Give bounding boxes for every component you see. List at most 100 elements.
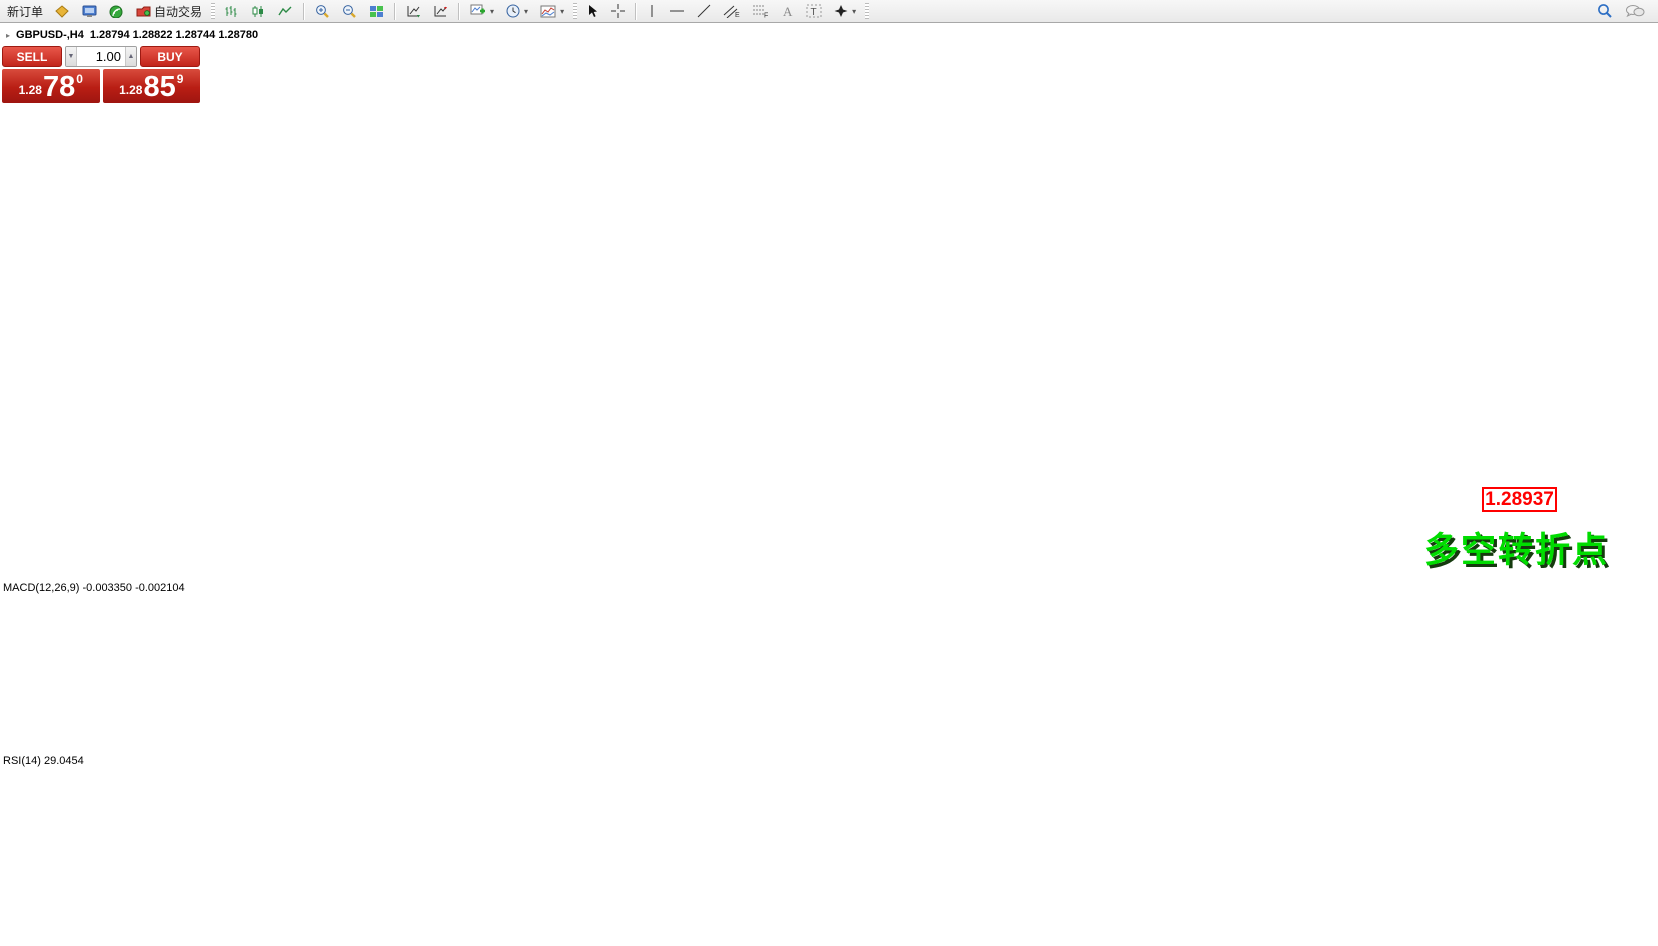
sell-price-sup: 0 <box>76 72 83 86</box>
buy-price-sup: 9 <box>177 72 184 86</box>
zoom-out-button[interactable] <box>337 1 362 22</box>
sell-price-big: 78 <box>43 74 75 100</box>
zoom-in-icon <box>315 4 330 18</box>
templates-button[interactable]: ▾ <box>535 1 569 22</box>
sell-price-small: 1.28 <box>19 83 42 97</box>
signal-button[interactable] <box>104 1 129 22</box>
channel-icon: E <box>723 4 740 18</box>
chart-marker-icon: ▸ <box>6 31 10 40</box>
rsi-name: RSI(14) <box>3 755 41 767</box>
crosshair-icon <box>611 4 625 18</box>
monitor-icon <box>82 5 97 18</box>
price-callout-box[interactable]: 1.28937 <box>1482 487 1557 512</box>
hline-tool-button[interactable] <box>664 1 690 22</box>
new-order-button[interactable]: 新订单 <box>2 1 48 22</box>
toolbar-grip <box>573 3 577 19</box>
channel-tool-button[interactable]: E <box>718 1 745 22</box>
vline-tool-button[interactable] <box>642 1 662 22</box>
toolbar-separator <box>394 3 396 20</box>
candlestick-icon <box>251 5 266 18</box>
new-chart-button[interactable]: ▾ <box>465 1 499 22</box>
rsi-label: RSI(14) 29.0454 <box>3 755 84 767</box>
autotrading-button[interactable]: 自动交易 <box>131 1 207 22</box>
fibonacci-tool-button[interactable]: F <box>747 1 774 22</box>
auto-scroll-icon <box>406 5 421 18</box>
cursor-tool-button[interactable] <box>581 1 604 22</box>
chart-ohlc-values: 1.28794 1.28822 1.28744 1.28780 <box>90 29 258 41</box>
market-watch-button[interactable] <box>77 1 102 22</box>
sell-button-label: SELL <box>17 50 48 64</box>
mt4-terminal-window: 新订单 自动交易 <box>0 0 1658 946</box>
volume-box: ▼ ▲ <box>65 46 137 67</box>
macd-name: MACD(12,26,9) <box>3 582 79 594</box>
line-chart-mode-button[interactable] <box>273 1 298 22</box>
candle-chart-mode-button[interactable] <box>246 1 271 22</box>
search-icon <box>1597 3 1613 19</box>
chart-shift-button[interactable] <box>428 1 453 22</box>
toolbar-separator <box>458 3 460 20</box>
volume-decrease-button[interactable]: ▼ <box>66 47 77 66</box>
chat-bubbles-icon <box>1625 4 1645 19</box>
autotrading-label: 自动交易 <box>154 3 202 20</box>
profile-gem-icon <box>55 5 70 18</box>
autotrading-icon <box>136 5 151 18</box>
toolbar-separator <box>635 3 637 20</box>
bar-chart-mode-button[interactable] <box>219 1 244 22</box>
new-order-label: 新订单 <box>7 3 43 20</box>
buy-button[interactable]: BUY <box>140 46 200 67</box>
text-label-icon: T <box>806 4 822 18</box>
volume-increase-button[interactable]: ▲ <box>125 47 136 66</box>
svg-text:T: T <box>811 7 817 18</box>
new-chart-icon <box>470 4 486 18</box>
chat-button[interactable] <box>1620 1 1650 22</box>
profile-button[interactable] <box>50 1 75 22</box>
dropdown-caret-icon: ▾ <box>490 7 494 16</box>
buy-price-big: 85 <box>143 74 175 100</box>
signal-icon <box>109 5 124 18</box>
svg-text:E: E <box>735 12 740 18</box>
arrow-objects-icon <box>834 4 848 18</box>
main-toolbar: 新订单 自动交易 <box>0 0 1658 23</box>
trendline-icon <box>697 4 711 18</box>
chart-title: ▸ GBPUSD-,H4 1.28794 1.28822 1.28744 1.2… <box>6 29 258 41</box>
chart-shift-icon <box>433 5 448 18</box>
chart-symbol-period: GBPUSD-,H4 <box>16 29 84 41</box>
search-button[interactable] <box>1592 1 1618 22</box>
buy-price-small: 1.28 <box>119 83 142 97</box>
dropdown-caret-icon: ▾ <box>560 7 564 16</box>
template-icon <box>540 5 556 18</box>
dropdown-caret-icon: ▾ <box>852 7 856 16</box>
buy-button-label: BUY <box>157 50 182 64</box>
vertical-line-icon <box>647 4 657 18</box>
macd-values: -0.003350 -0.002104 <box>82 582 184 594</box>
crosshair-tool-button[interactable] <box>606 1 630 22</box>
zoom-out-icon <box>342 4 357 18</box>
auto-scroll-button[interactable] <box>401 1 426 22</box>
buy-price-tile[interactable]: 1.28 85 9 <box>103 69 201 103</box>
toolbar-grip <box>865 3 869 19</box>
sell-price-tile[interactable]: 1.28 78 0 <box>2 69 100 103</box>
clock-icon <box>506 4 520 18</box>
arrow-objects-button[interactable]: ▾ <box>829 1 861 22</box>
toolbar-separator <box>303 3 305 20</box>
trendline-tool-button[interactable] <box>692 1 716 22</box>
rsi-value: 29.0454 <box>44 755 84 767</box>
text-a-icon: A <box>781 4 794 18</box>
toolbar-grip <box>211 3 215 19</box>
macd-label: MACD(12,26,9) -0.003350 -0.002104 <box>3 582 185 594</box>
volume-input[interactable] <box>77 47 125 66</box>
label-tool-button[interactable]: T <box>801 1 827 22</box>
line-chart-icon <box>278 5 293 18</box>
text-tool-button[interactable]: A <box>776 1 799 22</box>
tile-windows-icon <box>369 5 384 18</box>
periods-button[interactable]: ▾ <box>501 1 533 22</box>
svg-text:A: A <box>783 4 793 18</box>
turning-point-annotation[interactable]: 多空转折点 <box>1424 522 1609 573</box>
chart-canvas[interactable] <box>0 22 1658 946</box>
dropdown-caret-icon: ▾ <box>524 7 528 16</box>
sell-button[interactable]: SELL <box>2 46 62 67</box>
zoom-in-button[interactable] <box>310 1 335 22</box>
horizontal-line-icon <box>669 6 685 16</box>
one-click-trading-widget: SELL ▼ ▲ BUY 1.28 78 0 1.28 85 9 <box>2 46 200 103</box>
tile-windows-button[interactable] <box>364 1 389 22</box>
